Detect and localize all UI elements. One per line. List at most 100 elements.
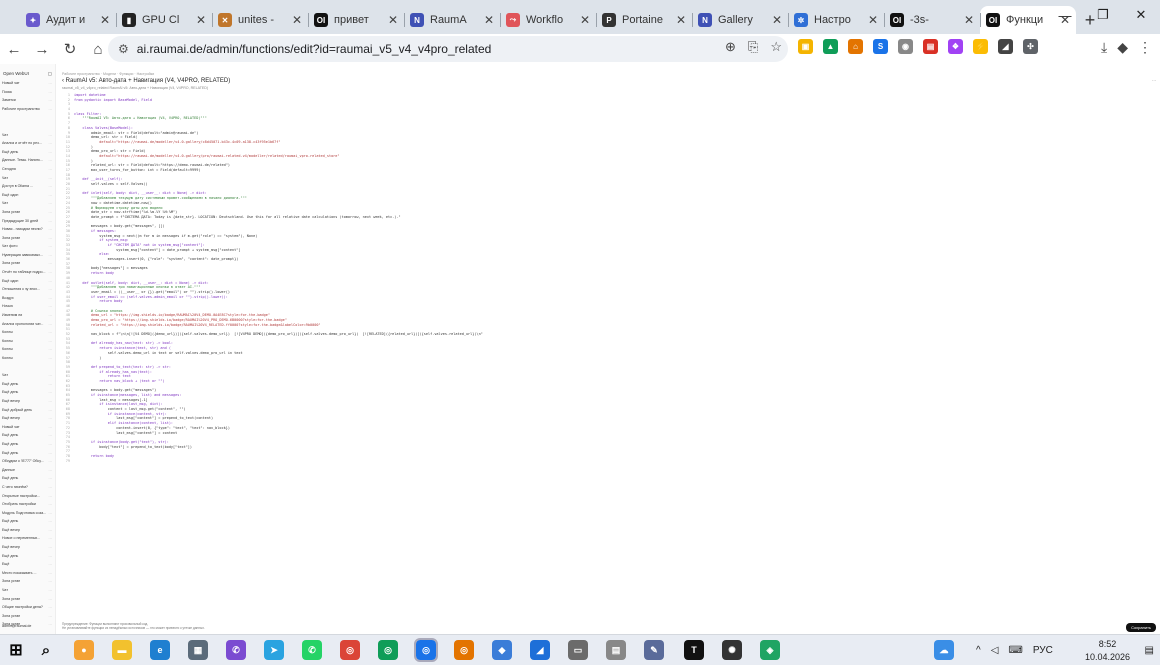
- sidebar-item[interactable]: [0, 122, 55, 131]
- sidebar-item[interactable]: Ещё вечер…: [0, 397, 55, 406]
- bolt-icon[interactable]: ⚡: [973, 39, 988, 54]
- browser-tab[interactable]: N Gallery ✕: [692, 6, 788, 34]
- item-menu-icon[interactable]: …: [48, 552, 52, 561]
- sidebar-item[interactable]: Зона устан…: [0, 208, 55, 217]
- item-menu-icon[interactable]: …: [48, 156, 52, 165]
- sidebar-item[interactable]: Коллы…: [0, 328, 55, 337]
- tray-chevron-icon[interactable]: ^: [976, 645, 981, 656]
- sidebar-item[interactable]: Анализ хронологии чат...…: [0, 320, 55, 329]
- tab-close-icon[interactable]: ✕: [676, 13, 686, 27]
- browser-tab[interactable]: ⤳ Workflo ✕: [500, 6, 596, 34]
- tab-close-icon[interactable]: ✕: [196, 13, 206, 27]
- item-menu-icon[interactable]: …: [48, 492, 52, 501]
- sidebar-item[interactable]: Воздух…: [0, 294, 55, 303]
- sidebar-item[interactable]: Общие настройки дела?…: [0, 603, 55, 612]
- item-menu-icon[interactable]: …: [48, 234, 52, 243]
- item-menu-icon[interactable]: …: [48, 423, 52, 432]
- item-menu-icon[interactable]: …: [48, 131, 52, 140]
- sidebar-item[interactable]: Зона устан…: [0, 595, 55, 604]
- item-menu-icon[interactable]: …: [48, 586, 52, 595]
- sidebar-item[interactable]: Ещё один…: [0, 277, 55, 286]
- edge-icon[interactable]: e: [150, 640, 170, 660]
- sidebar-item[interactable]: Новое о переменных...…: [0, 534, 55, 543]
- viber-icon[interactable]: ✆: [226, 640, 246, 660]
- restore-icon[interactable]: ❐: [1084, 0, 1122, 30]
- sidebar-item[interactable]: Отношения к чу эпох...…: [0, 285, 55, 294]
- back-icon[interactable]: ←: [0, 35, 28, 63]
- sidebar-item[interactable]: Ещё день…: [0, 440, 55, 449]
- sidebar-item[interactable]: Новая - находим песни?…: [0, 225, 55, 234]
- browser-tab[interactable]: ✲ Настро ✕: [788, 6, 884, 34]
- breadcrumb[interactable]: Рабочее пространство · Модели · Функции …: [62, 72, 154, 76]
- item-menu-icon[interactable]: …: [48, 595, 52, 604]
- sidebar-item[interactable]: Нумерация зависимых...…: [0, 251, 55, 260]
- sidebar-item[interactable]: Чат…: [0, 174, 55, 183]
- sidebar-item[interactable]: Новый чат…: [0, 79, 55, 88]
- sidebar-item[interactable]: Доступ в Ollama ...…: [0, 182, 55, 191]
- tab-close-icon[interactable]: ✕: [964, 13, 974, 27]
- sidebar-item[interactable]: Новый чат…: [0, 423, 55, 432]
- sidebar-item[interactable]: Ещё вечер…: [0, 543, 55, 552]
- onedrive-icon[interactable]: ☁: [934, 640, 954, 660]
- chrome-profile-icon[interactable]: ◎: [454, 640, 474, 660]
- item-menu-icon[interactable]: …: [48, 388, 52, 397]
- item-menu-icon[interactable]: …: [48, 199, 52, 208]
- app-icon[interactable]: ◆: [492, 640, 512, 660]
- sidebar-item[interactable]: Зона устан…: [0, 234, 55, 243]
- sidebar-item[interactable]: Место показывать ...…: [0, 569, 55, 578]
- puzzle-icon[interactable]: ✣: [1023, 39, 1038, 54]
- item-menu-icon[interactable]: …: [48, 208, 52, 217]
- extension-icon[interactable]: ▤: [923, 39, 938, 54]
- sidebar-item[interactable]: Чат…: [0, 586, 55, 595]
- item-menu-icon[interactable]: …: [48, 577, 52, 586]
- item-menu-icon[interactable]: …: [48, 500, 52, 509]
- reload-icon[interactable]: ↻: [56, 35, 84, 63]
- download-icon[interactable]: ⤓: [1101, 39, 1107, 56]
- sidebar-item[interactable]: Ещё добрый день…: [0, 406, 55, 415]
- item-menu-icon[interactable]: …: [48, 620, 52, 629]
- forward-icon[interactable]: →: [28, 35, 56, 63]
- sidebar-toggle-icon[interactable]: ▢: [48, 71, 52, 77]
- item-menu-icon[interactable]: …: [48, 431, 52, 440]
- item-menu-icon[interactable]: …: [48, 311, 52, 320]
- item-menu-icon[interactable]: …: [48, 354, 52, 363]
- widgets-icon[interactable]: ●: [74, 640, 94, 660]
- extension-icon[interactable]: ▣: [798, 39, 813, 54]
- sidebar-item[interactable]: Изменим ли…: [0, 311, 55, 320]
- item-menu-icon[interactable]: …: [48, 345, 52, 354]
- item-menu-icon[interactable]: …: [48, 474, 52, 483]
- sidebar-item[interactable]: Ещё день…: [0, 148, 55, 157]
- sidebar-item[interactable]: Зона устан…: [0, 259, 55, 268]
- close-window-icon[interactable]: ✕: [1122, 0, 1160, 30]
- item-menu-icon[interactable]: …: [48, 397, 52, 406]
- sidebar-item[interactable]: Чат…: [0, 131, 55, 140]
- search-icon[interactable]: ⌕: [36, 640, 56, 660]
- item-menu-icon[interactable]: …: [48, 603, 52, 612]
- sidebar-item[interactable]: Ещё день…: [0, 388, 55, 397]
- sidebar-item[interactable]: Ещё день…: [0, 449, 55, 458]
- sidebar-item[interactable]: Обсудим о 'IE777' Обсу...…: [0, 457, 55, 466]
- sidebar-item[interactable]: Ещё день…: [0, 431, 55, 440]
- sidebar-item[interactable]: Отобрать настройки…: [0, 500, 55, 509]
- item-menu-icon[interactable]: …: [48, 285, 52, 294]
- item-menu-icon[interactable]: …: [48, 534, 52, 543]
- extension-icon[interactable]: ◢: [998, 39, 1013, 54]
- item-menu-icon[interactable]: …: [48, 182, 52, 191]
- drive-icon[interactable]: ▲: [823, 39, 838, 54]
- code-editor[interactable]: 1 import datetime 2 from pydantic import Ba…: [62, 93, 483, 463]
- item-menu-icon[interactable]: …: [48, 217, 52, 226]
- item-menu-icon[interactable]: …: [48, 294, 52, 303]
- sidebar-item[interactable]: Зона устан…: [0, 612, 55, 621]
- chrome-active-icon[interactable]: ◎: [414, 638, 438, 662]
- item-menu-icon[interactable]: …: [48, 302, 52, 311]
- sidebar-item[interactable]: Открытые настройки...…: [0, 492, 55, 501]
- tab-close-icon[interactable]: ✕: [388, 13, 398, 27]
- app-icon[interactable]: ◢: [530, 640, 550, 660]
- bookmark-star-icon[interactable]: ☆: [770, 39, 782, 55]
- minimize-icon[interactable]: —: [1046, 0, 1084, 30]
- camera-icon[interactable]: ◉: [898, 39, 913, 54]
- language-indicator[interactable]: РУС: [1033, 645, 1053, 656]
- sidebar-item[interactable]: Анализ и отчёт по рез...…: [0, 139, 55, 148]
- sidebar-item[interactable]: Рабочее пространство…: [0, 105, 55, 114]
- file-explorer-icon[interactable]: ▬: [112, 640, 132, 660]
